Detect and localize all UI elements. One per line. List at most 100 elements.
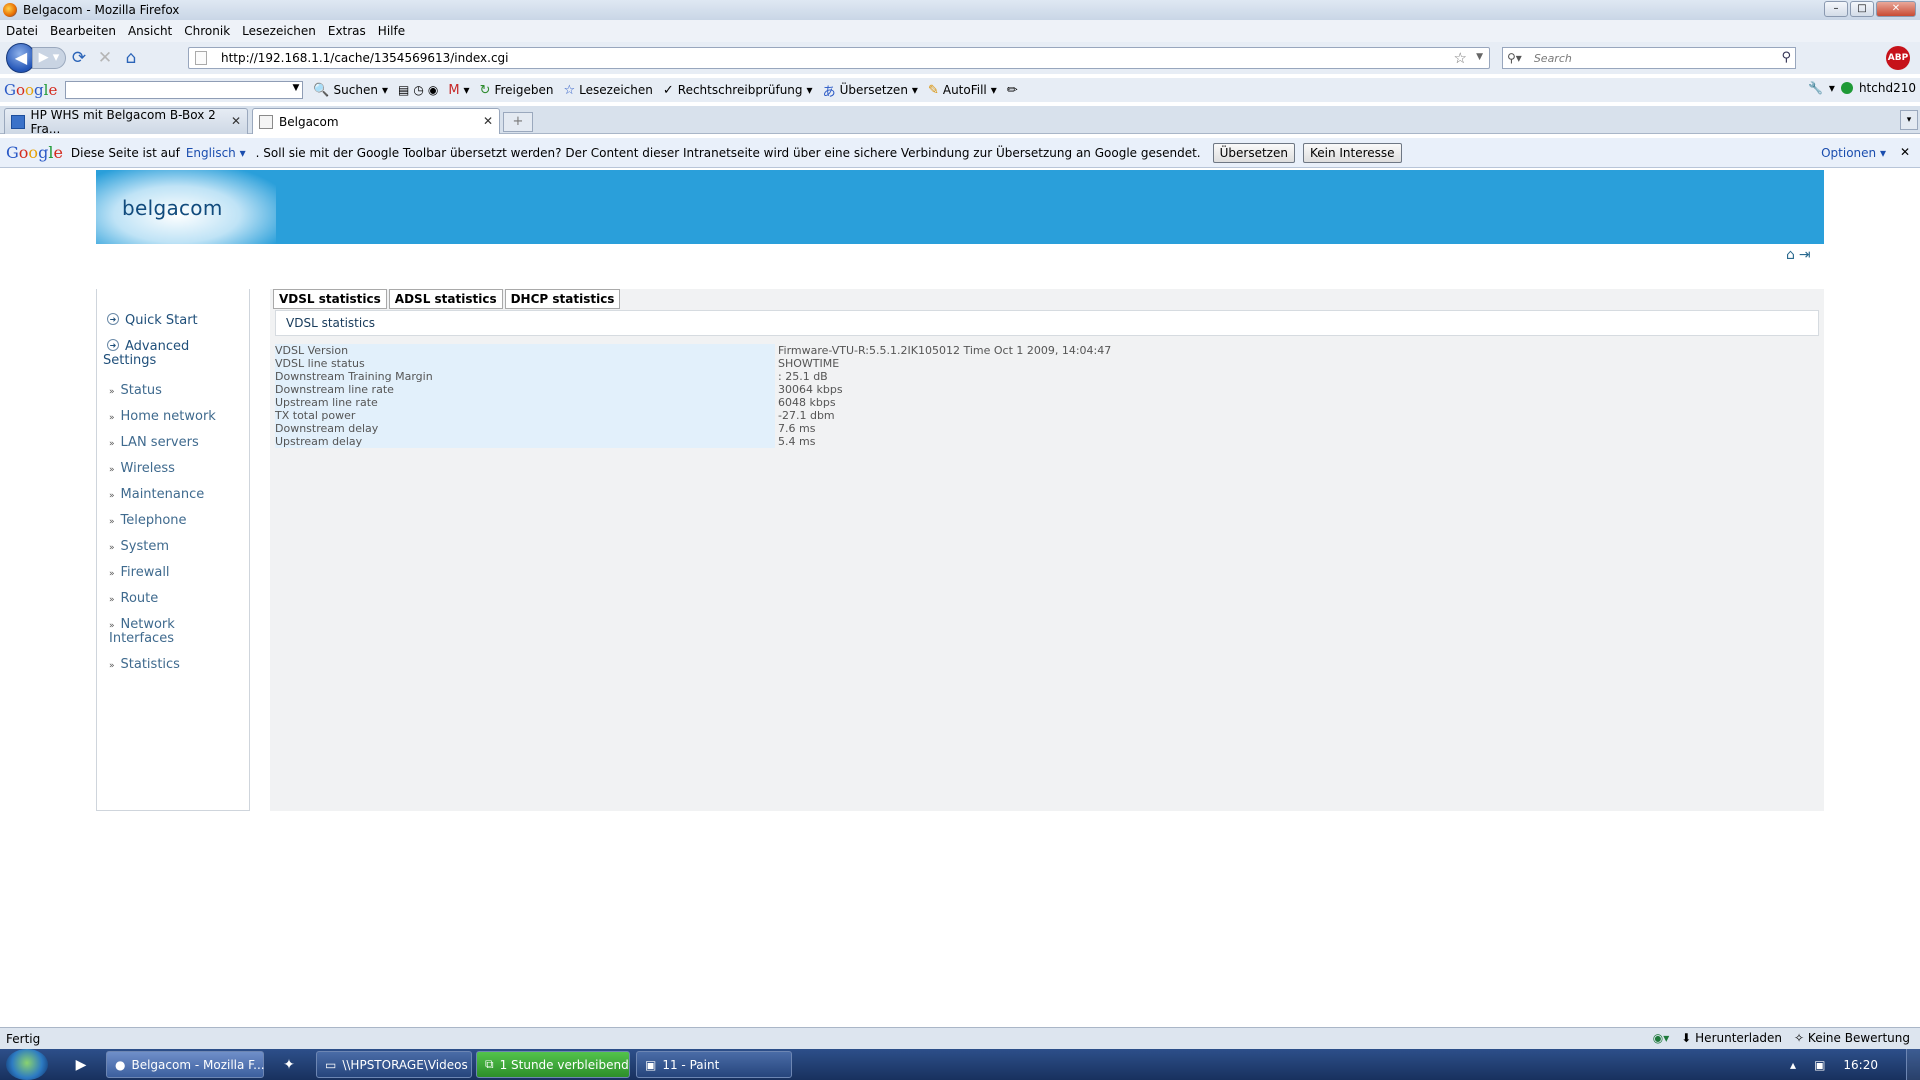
menu-datei[interactable]: Datei [6,24,38,38]
google-toolbar-logo[interactable]: Google [4,81,57,99]
google-search-button[interactable]: 🔍 Suchen ▾ [313,83,388,98]
maximize-button[interactable]: □ [1850,1,1874,17]
tab-adsl-statistics[interactable]: ADSL statistics [388,289,503,309]
stop-icon[interactable]: ✕ [92,45,118,71]
menu-hilfe[interactable]: Hilfe [378,24,405,38]
language-dropdown[interactable]: Englisch ▾ [186,146,246,160]
lesezeichen-button[interactable]: ☆ Lesezeichen [564,83,653,98]
minimize-button[interactable]: – [1824,1,1848,17]
menu-chronik[interactable]: Chronik [184,24,230,38]
no-interest-button[interactable]: Kein Interesse [1302,142,1402,163]
menu-ansicht[interactable]: Ansicht [128,24,172,38]
tool-icon[interactable]: ✦ [278,1054,300,1076]
close-translate-bar-icon[interactable]: ✕ [1900,145,1910,159]
sidebar-item-advanced-settings[interactable]: ➜ Advanced [107,339,189,354]
url-history-dropdown-icon[interactable]: ▼ [1476,52,1483,62]
forward-button[interactable]: ▶ ▾ [32,47,66,69]
url-text[interactable]: http://192.168.1.1/cache/1354569613/inde… [221,51,509,65]
chevron-down-icon[interactable]: ▾ [912,83,918,97]
translate-page-button[interactable]: Übersetzen [1212,142,1295,163]
new-tab-button[interactable]: + [503,112,533,132]
sidebar-item-route[interactable]: » Route [109,591,158,606]
tab-list-button[interactable]: ▾ [1900,110,1918,130]
arrow-icon: » [109,569,115,579]
row-value: 6048 kbps [778,396,836,409]
clock[interactable]: 16:20 [1843,1058,1878,1072]
sidebar-item-status[interactable]: » Status [109,383,162,398]
translate-bar-google-logo: Google [6,143,63,162]
taskbar-paint[interactable]: ▣ 11 - Paint [636,1051,792,1078]
home-icon[interactable]: ⌂ [1786,247,1795,263]
sidebar-item-wireless[interactable]: » Wireless [109,461,175,476]
sidebar-item-maintenance[interactable]: » Maintenance [109,487,204,502]
chevron-down-icon[interactable]: ▾ [464,83,470,97]
bookmark-star-icon[interactable]: ☆ [1454,49,1467,67]
tray-expand-icon[interactable]: ▴ [1790,1058,1796,1072]
show-desktop-button[interactable] [1906,1049,1920,1080]
translate-button[interactable]: あ Übersetzen ▾ [823,81,918,100]
close-window-button[interactable]: ✕ [1876,1,1916,17]
search-engine-icon[interactable]: ⚲▾ [1507,51,1522,65]
close-tab-icon[interactable]: ✕ [231,114,241,128]
translate-options-link[interactable]: Optionen ▾ [1821,146,1886,160]
highlighter-button[interactable]: ✏ [1007,83,1018,98]
chevron-down-icon[interactable]: ▼ [292,83,299,93]
close-tab-icon[interactable]: ✕ [483,114,493,128]
adblock-plus-icon[interactable]: ABP [1886,46,1910,70]
sidebar-item-label: Settings [103,353,157,368]
sidebar-item-system[interactable]: » System [109,539,169,554]
spellcheck-button[interactable]: ✓ Rechtschreibprüfung ▾ [663,83,813,98]
sidebar-item-home-network[interactable]: » Home network [109,409,216,424]
chevron-down-icon[interactable]: ▾ [382,83,388,97]
sidebar-item-network-interfaces-line2[interactable]: Interfaces [109,631,174,646]
clock-icon[interactable]: ◷ [413,83,423,97]
taskbar-firefox[interactable]: ● Belgacom - Mozilla F... [106,1051,265,1078]
url-bar[interactable]: http://192.168.1.1/cache/1354569613/inde… [188,47,1490,69]
sidebar-item-network-interfaces[interactable]: » Network [109,617,175,632]
autofill-button[interactable]: ✎ AutoFill ▾ [928,83,997,98]
globe-icon[interactable]: ◉ [428,83,438,97]
rating-button[interactable]: ✧ Keine Bewertung [1794,1031,1910,1045]
google-toolbar: Google ▼ 🔍 Suchen ▾ ▤ ◷ ◉ M ▾ ↻ Freigeben ☆ Les… [0,78,1920,102]
search-go-icon[interactable]: ⚲ [1781,50,1791,65]
bookmark-toolbar-icon[interactable]: ▤ [398,83,409,97]
row-value: 30064 kbps [778,383,843,396]
network-icon[interactable]: ▣ [1814,1058,1825,1072]
menu-bearbeiten[interactable]: Bearbeiten [50,24,116,38]
arrow-icon: » [109,413,115,423]
rating-label: Keine Bewertung [1807,1031,1910,1045]
globe-icon[interactable]: ◉▾ [1653,1031,1670,1045]
sidebar-item-telephone[interactable]: » Telephone [109,513,187,528]
sidebar-item-firewall[interactable]: » Firewall [109,565,170,580]
home-icon[interactable]: ⌂ [118,45,144,71]
chevron-down-icon[interactable]: ▾ [807,83,813,97]
sidebar-item-advanced-settings-line2[interactable]: Settings [103,353,156,368]
tab-belgacom[interactable]: Belgacom ✕ [252,108,500,134]
gmail-button[interactable]: M ▾ [448,83,469,98]
taskbar-copy-progress[interactable]: ⧉ 1 Stunde verbleibend [476,1051,630,1078]
download-button[interactable]: ⬇ Herunterladen [1681,1031,1782,1045]
google-search-input[interactable]: ▼ [65,81,304,99]
logout-icon[interactable]: ⇥ [1799,247,1811,263]
wrench-icon[interactable]: 🔧 [1808,81,1823,95]
freigeben-button[interactable]: ↻ Freigeben [480,83,554,98]
chevron-down-icon[interactable]: ▾ [991,83,997,97]
taskbar-explorer[interactable]: ▭ \\HPSTORAGE\Videos [316,1051,472,1078]
sidebar-item-lan-servers[interactable]: » LAN servers [109,435,199,450]
menu-lesezeichen[interactable]: Lesezeichen [242,24,316,38]
toolbar-extra-buttons[interactable]: ▤ ◷ ◉ [398,83,438,97]
reload-icon[interactable]: ⟳ [66,45,92,71]
google-account-label[interactable]: htchd210 [1859,81,1916,95]
search-box[interactable]: ⚲▾ Search ⚲ [1502,47,1796,69]
menu-extras[interactable]: Extras [328,24,366,38]
arrow-icon: » [109,595,115,605]
sidebar-item-statistics[interactable]: » Statistics [109,657,180,672]
tab-dhcp-statistics[interactable]: DHCP statistics [504,289,621,309]
chevron-down-icon[interactable]: ▾ [1829,81,1835,95]
tab-hp-whs[interactable]: HP WHS mit Belgacom B-Box 2 Fra... ✕ [4,108,248,136]
media-player-icon[interactable]: ▶ [70,1054,92,1076]
sidebar-item-quick-start[interactable]: ➜ Quick Start [107,313,198,328]
start-button[interactable] [6,1049,48,1080]
tab-vdsl-statistics[interactable]: VDSL statistics [273,289,387,309]
taskbar-label: \\HPSTORAGE\Videos [342,1057,468,1072]
